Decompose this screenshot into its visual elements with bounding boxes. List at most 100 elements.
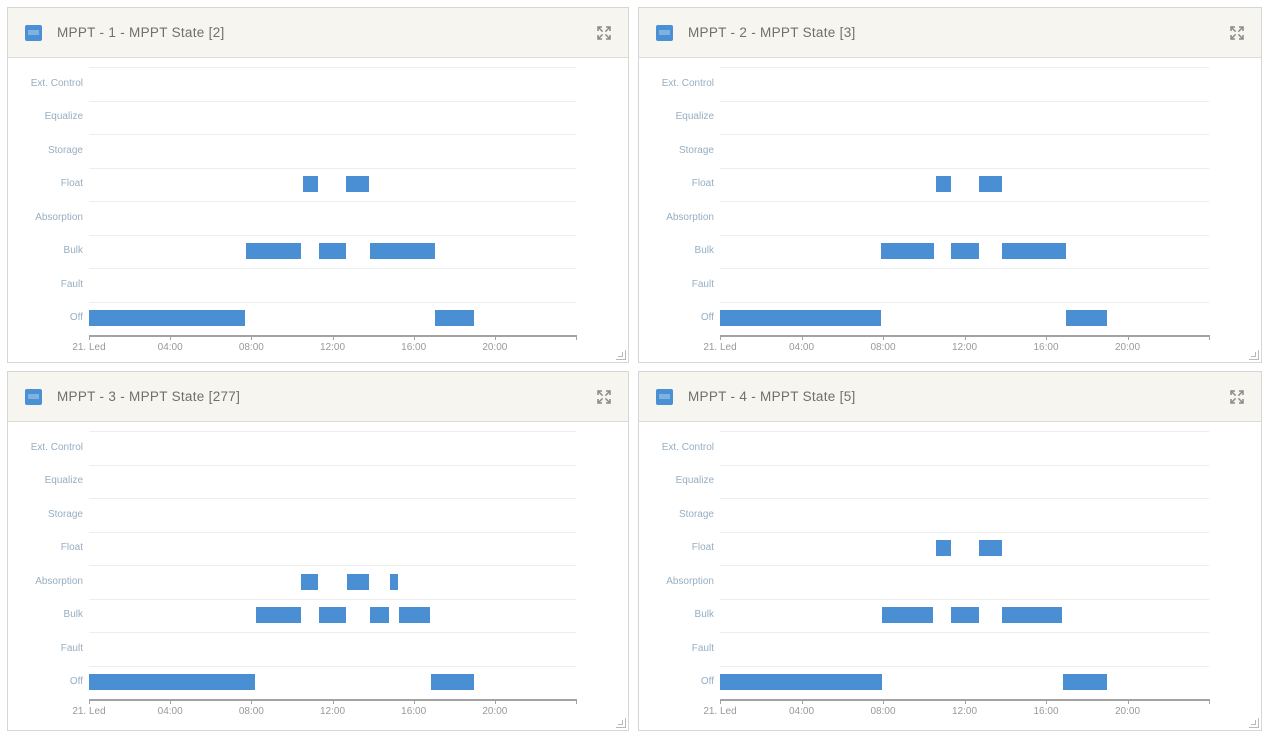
grid-line bbox=[89, 531, 576, 533]
state-bar-off[interactable] bbox=[89, 674, 256, 691]
state-bar-off[interactable] bbox=[434, 310, 474, 327]
grid-line bbox=[720, 431, 1209, 432]
x-axis-label: 20:00 bbox=[482, 706, 508, 717]
grid-line bbox=[720, 67, 1209, 68]
x-axis-tick bbox=[170, 699, 172, 704]
y-axis-label-storage: Storage bbox=[678, 508, 714, 520]
state-bar-float[interactable] bbox=[303, 176, 319, 193]
state-bar-bulk[interactable] bbox=[881, 607, 933, 624]
grid-line bbox=[720, 498, 1209, 499]
y-axis-label-ext-control: Ext. Control bbox=[30, 441, 83, 453]
state-bar-bulk[interactable] bbox=[319, 243, 346, 260]
state-bar-off[interactable] bbox=[720, 310, 881, 327]
state-bar-bulk[interactable] bbox=[880, 243, 934, 260]
state-bar-bulk[interactable] bbox=[370, 243, 435, 260]
panel-header: MPPT - 3 - MPPT State [277] bbox=[8, 372, 628, 422]
state-bar-bulk[interactable] bbox=[319, 607, 346, 624]
x-axis-tick bbox=[1127, 699, 1129, 704]
y-axis-label-off: Off bbox=[69, 312, 83, 324]
x-axis-label: 12:00 bbox=[319, 706, 346, 717]
chart-widget-icon bbox=[656, 388, 673, 405]
chart-panel-mppt-4: MPPT - 4 - MPPT State [5] Ext. Control Eq… bbox=[638, 371, 1262, 731]
panel-title: MPPT - 4 - MPPT State [5] bbox=[688, 389, 856, 404]
x-axis-label: 20:00 bbox=[482, 342, 508, 353]
y-axis-label-absorption: Absorption bbox=[666, 211, 714, 223]
expand-arrows-icon[interactable] bbox=[595, 388, 613, 406]
x-axis-tick bbox=[883, 335, 884, 340]
state-bar-float[interactable] bbox=[345, 176, 370, 193]
expand-arrows-icon[interactable] bbox=[1228, 388, 1246, 406]
state-bar-float[interactable] bbox=[978, 540, 1003, 557]
state-bar-bulk[interactable] bbox=[951, 243, 979, 260]
chart-panel-mppt-3: MPPT - 3 - MPPT State [277] Ext. Control… bbox=[7, 371, 629, 731]
x-axis-tick bbox=[1209, 335, 1210, 340]
x-axis-label: 16:00 bbox=[1033, 342, 1059, 353]
y-axis-label-bulk: Bulk bbox=[63, 245, 83, 257]
y-axis-label-off: Off bbox=[700, 312, 714, 324]
mppt-state-chart: Ext. Control Equalize Storage Float Absorpti… bbox=[8, 422, 628, 726]
grid-line bbox=[720, 234, 1209, 236]
x-axis-tick bbox=[801, 699, 803, 704]
state-bar-bulk[interactable] bbox=[951, 607, 979, 624]
state-bar-bulk[interactable] bbox=[256, 607, 302, 624]
grid-line bbox=[89, 201, 576, 202]
x-axis-tick bbox=[964, 335, 966, 340]
grid-line bbox=[89, 301, 576, 303]
state-bar-absorption[interactable] bbox=[301, 573, 319, 590]
x-axis-label: 21. Led bbox=[703, 342, 737, 353]
x-axis-tick bbox=[1127, 335, 1129, 340]
chart-widget-icon bbox=[656, 24, 673, 41]
expand-arrows-icon[interactable] bbox=[595, 24, 613, 42]
x-axis-tick bbox=[720, 335, 721, 340]
state-bar-float[interactable] bbox=[935, 176, 952, 193]
state-bar-absorption[interactable] bbox=[390, 573, 399, 590]
state-bar-off[interactable] bbox=[89, 310, 246, 327]
state-bar-absorption[interactable] bbox=[346, 573, 370, 590]
grid-line bbox=[89, 268, 576, 269]
grid-line bbox=[720, 134, 1209, 135]
grid-line bbox=[89, 464, 576, 466]
y-axis-label-fault: Fault bbox=[60, 278, 83, 290]
resize-corner-icon[interactable] bbox=[1249, 718, 1259, 728]
state-bar-bulk[interactable] bbox=[370, 607, 390, 624]
resize-corner-icon[interactable] bbox=[616, 718, 626, 728]
x-axis-label: 12:00 bbox=[951, 342, 978, 353]
x-axis-tick bbox=[251, 699, 253, 704]
y-axis-label-float: Float bbox=[691, 178, 714, 190]
x-axis-label: 04:00 bbox=[157, 342, 183, 353]
state-bar-off[interactable] bbox=[720, 674, 882, 691]
resize-corner-icon[interactable] bbox=[616, 350, 626, 360]
y-axis-label-storage: Storage bbox=[678, 144, 714, 156]
state-bar-off[interactable] bbox=[1063, 674, 1108, 691]
state-bar-bulk[interactable] bbox=[399, 607, 430, 624]
x-axis-label: 16:00 bbox=[401, 706, 427, 717]
x-axis-tick bbox=[494, 335, 496, 340]
panel-header: MPPT - 2 - MPPT State [3] bbox=[639, 8, 1261, 58]
grid-line bbox=[720, 268, 1209, 269]
y-axis-label-storage: Storage bbox=[47, 508, 83, 520]
state-bar-bulk[interactable] bbox=[246, 243, 302, 260]
expand-arrows-icon[interactable] bbox=[1228, 24, 1246, 42]
x-axis-tick bbox=[332, 335, 334, 340]
resize-corner-icon[interactable] bbox=[1249, 350, 1259, 360]
state-bar-off[interactable] bbox=[430, 674, 474, 691]
state-bar-float[interactable] bbox=[935, 540, 952, 557]
x-axis-label: 21. Led bbox=[72, 342, 106, 353]
y-axis-label-bulk: Bulk bbox=[694, 609, 714, 621]
y-axis-label-equalize: Equalize bbox=[675, 475, 714, 487]
x-axis-tick bbox=[1046, 335, 1047, 340]
state-bar-bulk[interactable] bbox=[1002, 243, 1067, 260]
y-axis-label-equalize: Equalize bbox=[44, 111, 83, 123]
y-axis-label-absorption: Absorption bbox=[666, 575, 714, 587]
state-bar-float[interactable] bbox=[978, 176, 1003, 193]
y-axis-label-fault: Fault bbox=[60, 642, 83, 654]
grid-line bbox=[720, 665, 1209, 667]
grid-line bbox=[89, 167, 576, 169]
grid-line bbox=[720, 201, 1209, 202]
chart-widget-icon bbox=[25, 24, 42, 41]
panel-title: MPPT - 3 - MPPT State [277] bbox=[57, 389, 241, 404]
state-bar-off[interactable] bbox=[1066, 310, 1108, 327]
state-bar-bulk[interactable] bbox=[1002, 607, 1063, 624]
panel-title: MPPT - 1 - MPPT State [2] bbox=[57, 25, 225, 40]
y-axis-label-ext-control: Ext. Control bbox=[30, 77, 83, 89]
